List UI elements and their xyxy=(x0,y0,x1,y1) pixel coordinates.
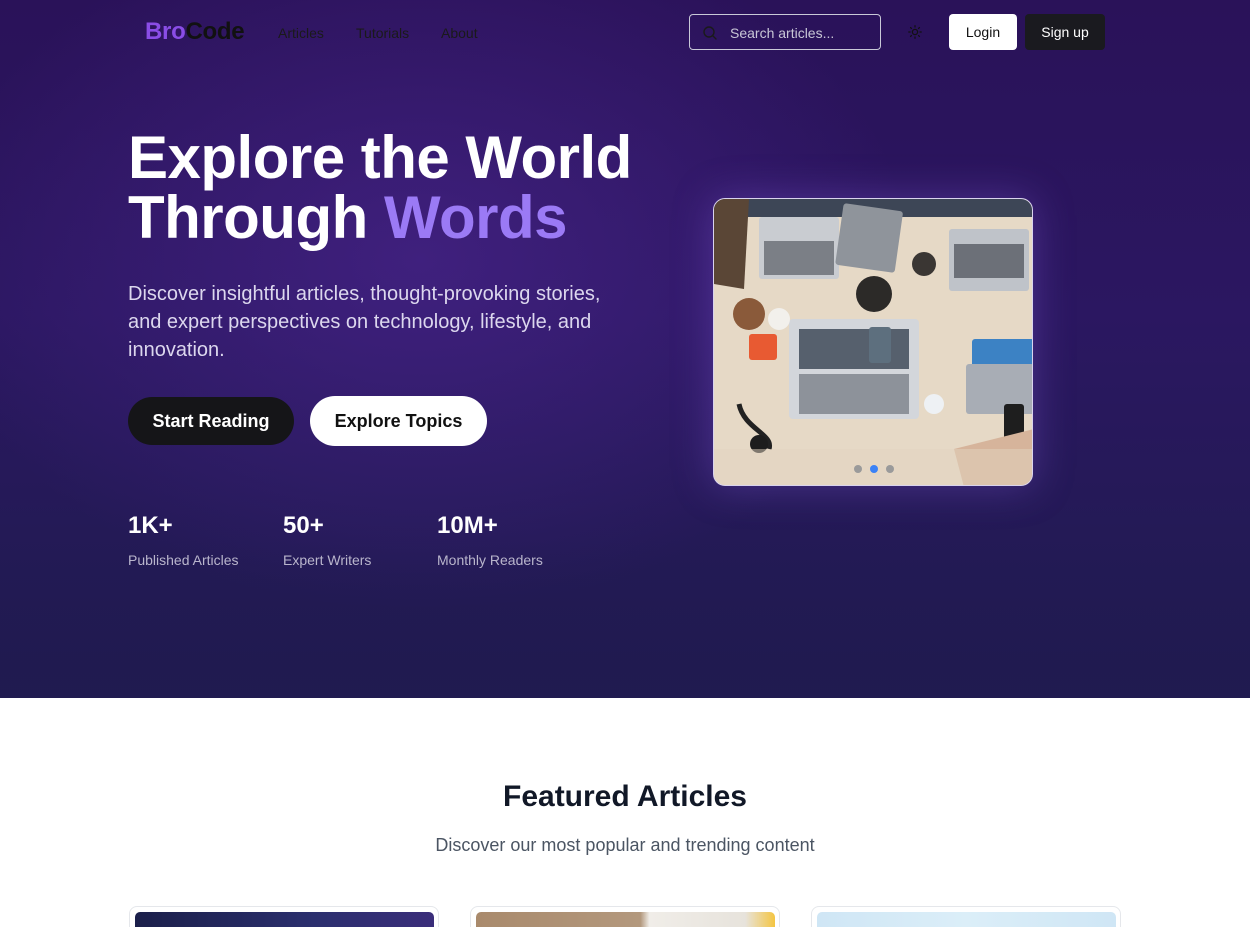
article-card[interactable] xyxy=(470,906,780,927)
carousel-dot-2[interactable] xyxy=(870,465,878,473)
search-input[interactable] xyxy=(730,23,870,43)
featured-subtitle: Discover our most popular and trending c… xyxy=(435,835,815,855)
stat-readers: 10M+ Monthly Readers xyxy=(437,512,543,568)
stat-value: 50+ xyxy=(283,512,324,539)
start-reading-button[interactable]: Start Reading xyxy=(128,397,294,445)
article-card[interactable] xyxy=(811,906,1121,927)
search-box xyxy=(689,14,881,50)
theme-toggle-button[interactable] xyxy=(903,20,927,44)
hero-section: BroCode Articles Tutorials About Search … xyxy=(0,0,1250,698)
hero-description: Discover insightful articles, thought-pr… xyxy=(128,283,601,361)
nav-link-tutorials[interactable]: Tutorials xyxy=(356,25,409,41)
search-icon xyxy=(703,26,717,40)
featured-title: Featured Articles xyxy=(503,780,747,813)
hero-title-accent: Words xyxy=(383,184,568,251)
stat-value: 10M+ xyxy=(437,512,498,539)
article-card[interactable] xyxy=(129,906,439,927)
article-card-image xyxy=(476,912,775,927)
nav-link-articles[interactable]: Articles xyxy=(278,25,324,41)
stat-label: Published Articles xyxy=(128,552,239,568)
explore-topics-button[interactable]: Explore Topics xyxy=(310,396,487,446)
stat-label: Expert Writers xyxy=(283,552,372,568)
login-button[interactable]: Login xyxy=(949,14,1017,50)
carousel-dot-3[interactable] xyxy=(886,465,894,473)
stat-value: 1K+ xyxy=(128,512,173,539)
nav-link-about[interactable]: About xyxy=(441,25,478,41)
article-card-image xyxy=(135,912,434,927)
hero-title-line1: Explore the World xyxy=(128,124,632,191)
brand-logo[interactable]: BroCode xyxy=(145,18,245,46)
stat-writers: 50+ Expert Writers xyxy=(283,512,371,568)
top-navbar: BroCode Articles Tutorials About Search … xyxy=(0,0,1250,64)
carousel-dot-1[interactable] xyxy=(854,465,862,473)
article-card-image xyxy=(817,912,1116,927)
stat-label: Monthly Readers xyxy=(437,552,543,568)
workspace-photo xyxy=(714,199,1032,485)
brand-logo-part2: Code xyxy=(185,18,245,45)
stat-articles: 1K+ Published Articles xyxy=(128,512,239,568)
brand-logo-part1: Bro xyxy=(145,18,186,45)
sun-icon xyxy=(908,25,922,39)
hero-image-carousel[interactable] xyxy=(713,198,1033,486)
hero-title-line2: Through xyxy=(128,184,368,251)
hero-title: Explore the World Through Words xyxy=(128,128,688,248)
signup-button[interactable]: Sign up xyxy=(1025,14,1105,50)
